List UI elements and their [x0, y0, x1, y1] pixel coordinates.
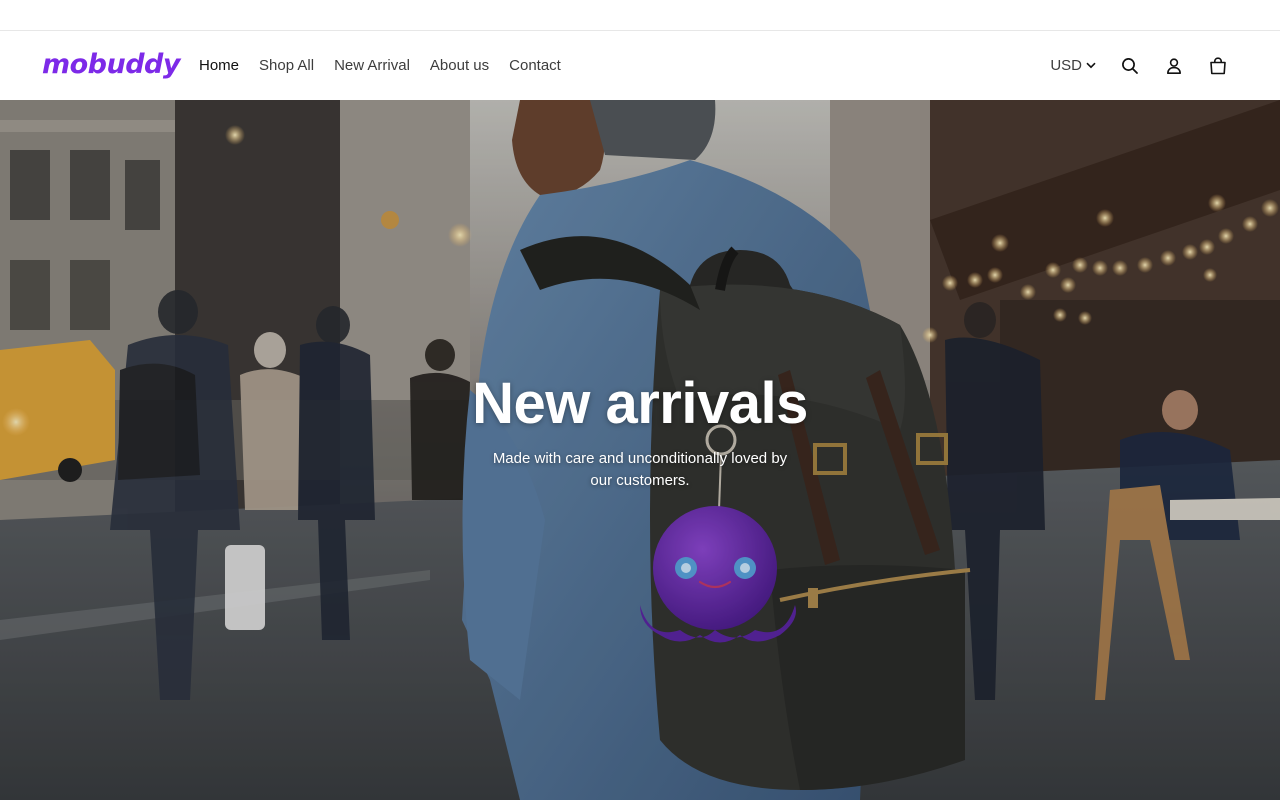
currency-label: USD [1050, 57, 1082, 74]
hero-banner: New arrivals Made with care and uncondit… [0, 100, 1280, 800]
header-actions: USD [1050, 31, 1240, 100]
hero-content: New arrivals Made with care and uncondit… [440, 368, 840, 492]
hero-title: New arrivals [472, 371, 808, 436]
search-icon [1122, 57, 1138, 74]
nav-item-home[interactable]: Home [189, 31, 249, 100]
brand-logo[interactable]: mobuddy [42, 51, 181, 79]
site-header: mobuddy Home Shop All New Arrival About … [0, 31, 1280, 100]
account-button[interactable] [1152, 44, 1196, 88]
chevron-down-icon [1086, 62, 1096, 69]
nav-item-shop-all[interactable]: Shop All [249, 31, 324, 100]
hero-subtitle: Made with care and unconditionally loved… [492, 450, 788, 489]
currency-selector[interactable]: USD [1050, 57, 1096, 74]
nav-item-new-arrival[interactable]: New Arrival [324, 31, 420, 100]
cart-icon [1210, 56, 1226, 74]
search-button[interactable] [1108, 44, 1152, 88]
main-nav: Home Shop All New Arrival About us Conta… [189, 31, 571, 100]
announcement-bar [0, 0, 1280, 31]
account-icon [1167, 57, 1181, 74]
nav-item-contact[interactable]: Contact [499, 31, 571, 100]
nav-item-about-us[interactable]: About us [420, 31, 499, 100]
cart-button[interactable] [1196, 44, 1240, 88]
